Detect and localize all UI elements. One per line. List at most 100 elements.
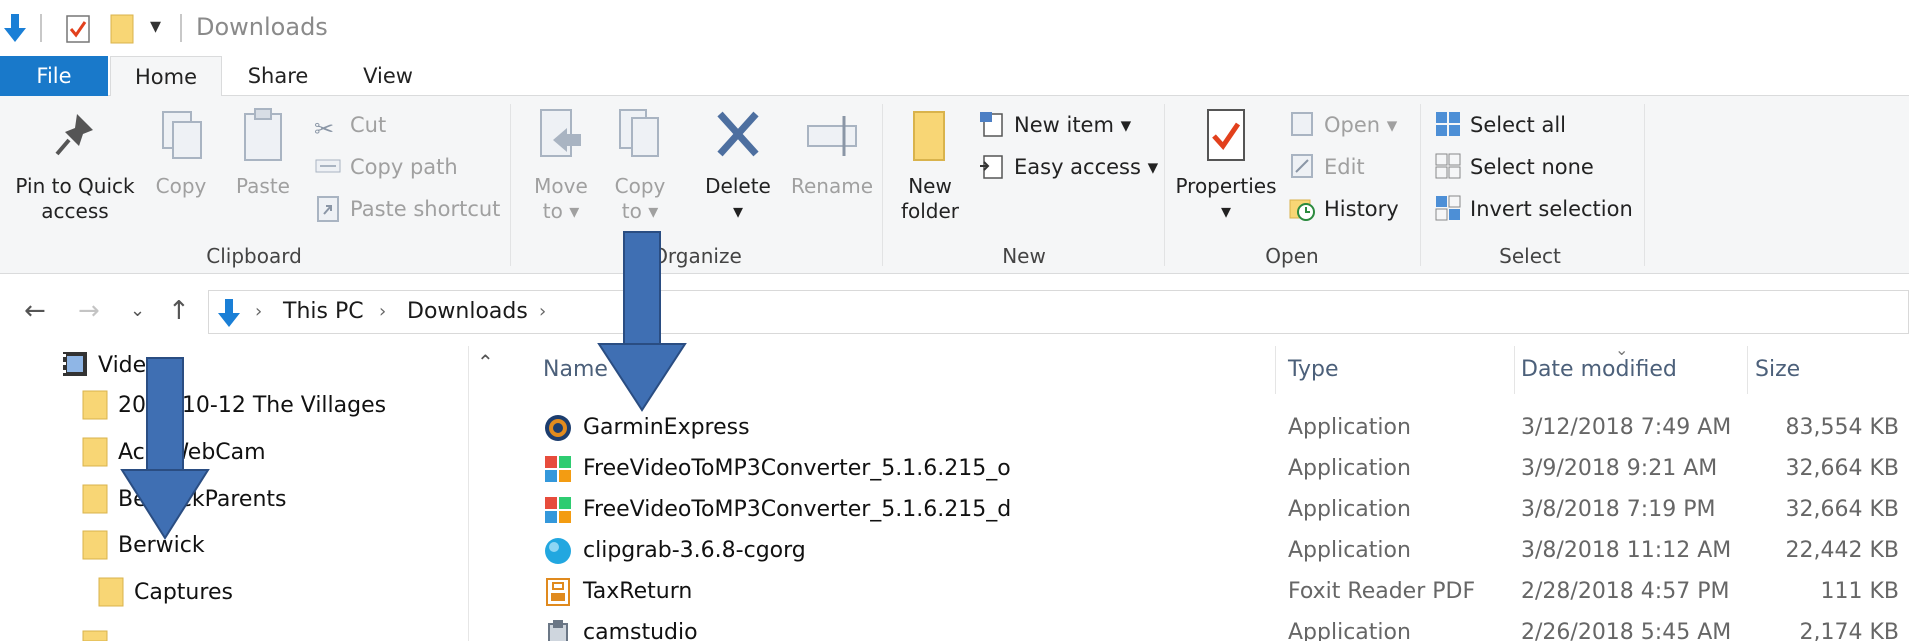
rename-button[interactable]: Rename [786,104,878,199]
group-label-open: Open [1265,244,1319,268]
history-icon [1289,199,1315,221]
properties-button[interactable]: Properties ▾ [1170,104,1282,224]
breadcrumb-chevron-icon[interactable]: › [379,301,386,322]
file-name-text: FreeVideoToMP3Converter_5.1.6.215_o [583,456,1011,481]
invert-selection-label: Invert selection [1470,197,1633,221]
file-name: FreeVideoToMP3Converter_5.1.6.215_d [543,489,1143,530]
recent-locations-chevron-icon[interactable]: ⌄ [130,300,145,321]
tab-share[interactable]: Share [232,56,324,96]
column-header-date-modified[interactable]: Date modified [1511,346,1747,394]
back-arrow-icon[interactable]: ← [24,296,46,326]
open-icon [1291,112,1313,136]
open-dropdown-icon: ▾ [1386,113,1398,137]
open-label: Open [1324,113,1381,137]
properties-checkmark-icon [1207,109,1245,161]
delete-x-icon [717,111,759,157]
easy-access-button[interactable]: Easy access ▾ [978,150,1158,184]
tab-view[interactable]: View [338,56,438,96]
delete-dropdown-icon: ▾ [732,199,744,223]
column-header-type[interactable]: Type [1278,346,1514,394]
group-separator [1420,104,1421,266]
copy-path-label: Copy path [350,155,458,179]
paste-shortcut-button[interactable]: Paste shortcut [314,192,500,226]
cut-label: Cut [350,113,387,137]
forward-arrow-icon[interactable]: → [78,296,100,326]
delete-button[interactable]: Delete ▾ [700,104,776,224]
copy-label: Copy [155,174,207,198]
up-arrow-icon[interactable]: ↑ [168,296,190,326]
quick-access-dropdown-icon[interactable]: ▾ [150,14,161,46]
invert-selection-button[interactable]: Invert selection [1434,192,1633,226]
file-type: Application [1288,497,1411,522]
copy-icon [162,111,202,159]
rename-label: Rename [790,174,874,198]
tab-file[interactable]: File [0,56,108,96]
properties-quick-icon[interactable] [66,12,90,44]
file-row[interactable]: camstudio Application 2/26/2018 5:45 AM … [505,612,1909,641]
navigation-pane-scrollbar[interactable]: ⌃ [468,346,504,641]
cut-button[interactable]: ✂ Cut [314,108,387,143]
new-folder-quick-icon[interactable] [110,12,136,44]
file-name: TaxReturn [543,571,1143,612]
file-date: 3/8/2018 11:12 AM [1521,538,1732,563]
pin-icon [55,114,93,156]
file-date: 3/12/2018 7:49 AM [1521,415,1732,440]
breadcrumb-downloads[interactable]: Downloads [407,299,528,324]
paste-icon [244,108,282,161]
paste-button[interactable]: Paste [226,104,300,199]
file-date: 2/28/2018 4:57 PM [1521,579,1730,604]
file-row[interactable]: GarminExpress Application 3/12/2018 7:49… [505,407,1909,448]
history-button[interactable]: History [1288,192,1399,226]
breadcrumb-chevron-icon[interactable]: › [255,301,262,322]
tree-item-captures[interactable]: Captures [98,573,233,613]
select-none-button[interactable]: Select none [1434,150,1594,184]
properties-label: Properties [1175,174,1277,198]
move-to-dropdown-icon: ▾ [569,199,580,223]
pin-label-line2: access [41,199,109,223]
file-name: camstudio [543,612,1143,641]
history-label: History [1324,197,1399,221]
copy-to-button[interactable]: Copy to ▾ [604,104,676,224]
move-to-button[interactable]: Move to ▾ [524,104,598,224]
select-all-label: Select all [1470,113,1566,137]
rename-icon [807,116,857,156]
new-item-dropdown-icon: ▾ [1120,113,1132,137]
new-item-button[interactable]: New item ▾ [978,108,1131,142]
easy-access-dropdown-icon: ▾ [1147,155,1159,179]
group-label-organize: Organize [652,244,742,268]
file-name: GarminExpress [543,407,1143,448]
scroll-up-chevron-icon[interactable]: ⌃ [477,350,494,374]
file-row[interactable]: FreeVideoToMP3Converter_5.1.6.215_o Appl… [505,448,1909,489]
file-date: 2/26/2018 5:45 AM [1521,620,1732,641]
copy-path-button[interactable]: Copy path [314,150,458,184]
ribbon: Pin to Quick access Copy Paste ✂ Cut Copy… [0,96,1909,274]
breadcrumb-chevron-icon[interactable]: › [539,301,546,322]
copy-button[interactable]: Copy [148,104,214,199]
navigation-pane: Videos 2018-10-12 The Villages AcerWebCa… [0,346,470,641]
group-separator [510,104,511,266]
open-button[interactable]: Open ▾ [1288,108,1397,142]
column-separator[interactable] [1275,346,1276,394]
column-header-size[interactable]: Size [1745,346,1905,394]
group-separator [1644,104,1645,266]
file-name-text: GarminExpress [583,415,750,440]
file-size: 32,664 KB [1785,497,1900,522]
file-type: Application [1288,538,1411,563]
file-size: 2,174 KB [1799,620,1900,641]
address-bar[interactable]: › This PC › Downloads › [208,290,1909,334]
copy-to-label-2-text: to [621,199,642,223]
edit-button[interactable]: Edit [1288,150,1365,184]
new-folder-label-1: New [908,174,952,198]
tab-home[interactable]: Home [110,56,222,97]
new-folder-button[interactable]: New folder [890,104,970,224]
move-to-label-1: Move [534,174,588,198]
select-all-button[interactable]: Select all [1434,108,1566,142]
breadcrumb-this-pc[interactable]: This PC [283,299,364,324]
file-row[interactable]: TaxReturn Foxit Reader PDF ... 2/28/2018… [505,571,1909,612]
file-row[interactable]: FreeVideoToMP3Converter_5.1.6.215_d Appl… [505,489,1909,530]
copy-path-icon [315,159,341,173]
select-all-icon [1436,112,1460,136]
pin-to-quick-access-button[interactable]: Pin to Quick access [8,104,142,224]
file-row[interactable]: clipgrab-3.6.8-cgorg Application 3/8/201… [505,530,1909,571]
file-type: Application [1288,620,1411,641]
